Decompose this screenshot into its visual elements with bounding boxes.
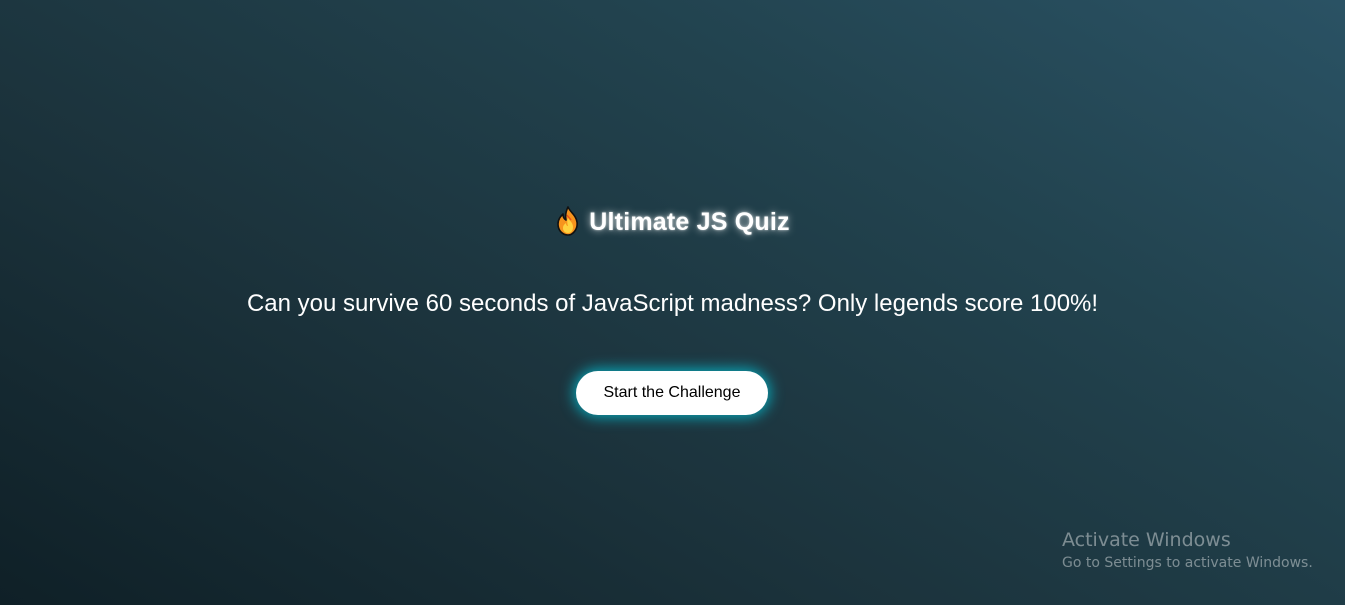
activate-windows-title: Activate Windows bbox=[1062, 529, 1231, 551]
quiz-title: Ultimate JS Quiz bbox=[0, 206, 1345, 237]
activate-windows-watermark: Activate Windows Go to Settings to activ… bbox=[1062, 528, 1313, 574]
quiz-tagline: Can you survive 60 seconds of JavaScript… bbox=[246, 290, 1099, 317]
start-challenge-button[interactable]: Start the Challenge bbox=[576, 371, 768, 415]
quiz-title-text: Ultimate JS Quiz bbox=[589, 208, 790, 236]
activate-windows-subtitle: Go to Settings to activate Windows. bbox=[1062, 555, 1313, 571]
fire-icon bbox=[555, 206, 581, 236]
